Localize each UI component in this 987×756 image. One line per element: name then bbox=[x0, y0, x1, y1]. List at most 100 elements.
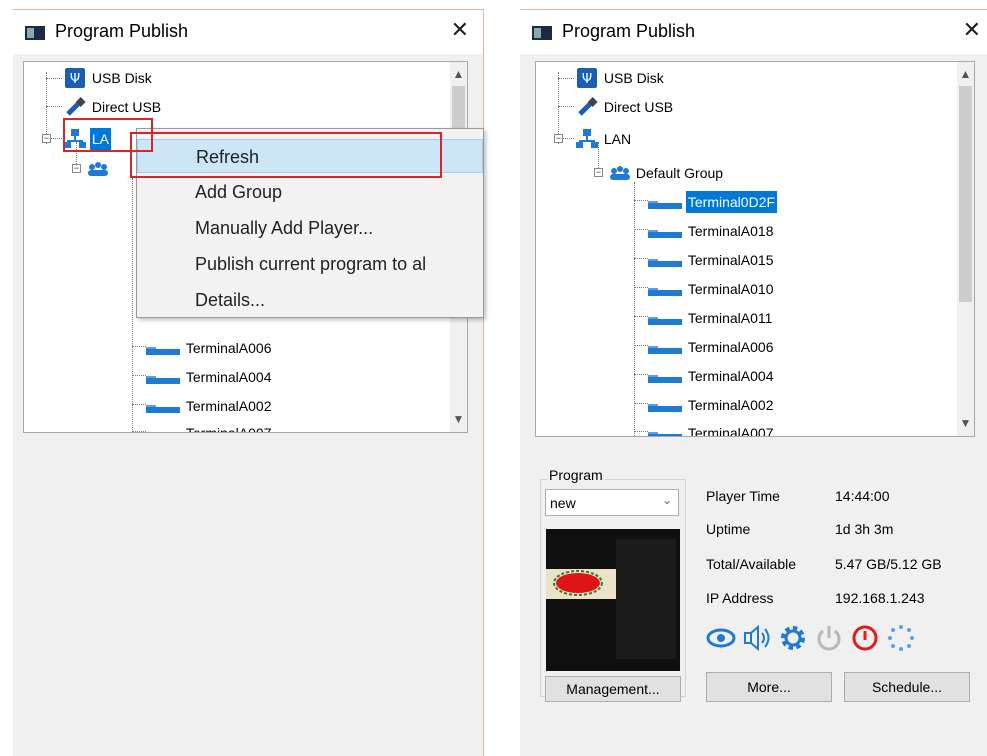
schedule-button[interactable]: Schedule... bbox=[844, 672, 970, 702]
terminal-icon bbox=[648, 288, 682, 297]
tree-node-terminal[interactable]: TerminalA007 bbox=[648, 421, 776, 436]
collapse-toggle[interactable]: − bbox=[42, 134, 51, 143]
tree-line bbox=[46, 106, 62, 107]
terminal-icon bbox=[146, 347, 180, 356]
close-icon[interactable]: ✕ bbox=[963, 17, 981, 43]
tree-node-lan[interactable]: LAN bbox=[576, 127, 633, 149]
tree-node-terminal[interactable]: TerminalA007 bbox=[146, 421, 274, 433]
tree-line bbox=[634, 403, 648, 404]
terminal-icon bbox=[146, 376, 180, 385]
tree-line bbox=[558, 78, 574, 79]
more-button[interactable]: More... bbox=[706, 672, 832, 702]
menu-item-manually-add-player[interactable]: Manually Add Player... bbox=[137, 211, 483, 245]
menu-item-add-group[interactable]: Add Group bbox=[137, 175, 483, 209]
collapse-toggle[interactable]: − bbox=[594, 168, 603, 177]
player-time-label: Player Time bbox=[706, 488, 780, 504]
tree-line bbox=[634, 182, 635, 436]
terminal-icon bbox=[648, 346, 682, 355]
tree-line bbox=[132, 431, 146, 432]
terminal-icon bbox=[146, 405, 180, 414]
device-tree[interactable]: − − Ψ USB Disk Direct USB LAN Default Gr… bbox=[535, 61, 975, 437]
management-button[interactable]: Management... bbox=[545, 676, 681, 702]
collapse-toggle[interactable]: − bbox=[554, 134, 563, 143]
menu-item-publish-to-all[interactable]: Publish current program to al bbox=[137, 247, 483, 281]
close-icon[interactable]: ✕ bbox=[451, 17, 469, 43]
scroll-down-icon[interactable]: ▼ bbox=[450, 411, 467, 428]
usb-cable-icon bbox=[578, 97, 598, 117]
window-title: Program Publish bbox=[562, 21, 696, 41]
right-titlebar: Program Publish ✕ bbox=[520, 10, 987, 54]
tree-node-direct-usb[interactable]: Direct USB bbox=[576, 95, 675, 117]
tree-line bbox=[132, 404, 146, 405]
tree-node-direct-usb[interactable]: Direct USB bbox=[64, 95, 163, 117]
terminal-icon bbox=[648, 404, 682, 413]
tree-scrollbar[interactable]: ▲ ▼ bbox=[957, 62, 974, 436]
window-title: Program Publish bbox=[55, 21, 189, 41]
tree-line bbox=[46, 78, 62, 79]
network-icon bbox=[576, 129, 598, 149]
tree-line bbox=[634, 374, 648, 375]
terminal-icon bbox=[146, 422, 180, 433]
tree-line bbox=[634, 200, 648, 201]
svg-text:Ψ: Ψ bbox=[70, 72, 80, 87]
gear-icon[interactable] bbox=[778, 623, 808, 653]
uptime-label: Uptime bbox=[706, 521, 751, 537]
tree-node-terminal[interactable]: TerminalA002 bbox=[146, 394, 274, 416]
tree-line bbox=[634, 316, 648, 317]
player-time-value: 14:44:00 bbox=[835, 488, 890, 504]
terminal-icon bbox=[648, 317, 682, 326]
tree-node-terminal[interactable]: TerminalA011 bbox=[648, 306, 774, 328]
tree-line bbox=[634, 229, 648, 230]
users-icon bbox=[88, 162, 108, 177]
preview-eye-icon[interactable] bbox=[706, 623, 736, 653]
tree-line bbox=[634, 287, 648, 288]
program-label: Program bbox=[547, 467, 605, 483]
scroll-thumb[interactable] bbox=[959, 86, 972, 302]
volume-icon[interactable] bbox=[742, 623, 772, 653]
collapse-toggle[interactable]: − bbox=[72, 164, 81, 173]
scroll-up-icon[interactable]: ▲ bbox=[957, 66, 974, 83]
tree-node-terminal[interactable]: TerminalA006 bbox=[648, 335, 776, 357]
tree-line bbox=[634, 345, 648, 346]
terminal-icon bbox=[648, 432, 682, 436]
tree-node-terminal[interactable]: TerminalA004 bbox=[146, 365, 274, 387]
highlight-box-refresh bbox=[130, 132, 442, 178]
tree-node-terminal-selected[interactable]: Terminal0D2F bbox=[648, 190, 778, 214]
menu-item-details[interactable]: Details... bbox=[137, 283, 483, 317]
terminal-icon bbox=[648, 259, 682, 268]
tree-node-terminal[interactable]: TerminalA018 bbox=[648, 219, 776, 241]
power-icon[interactable] bbox=[814, 623, 844, 653]
tree-node-terminal[interactable]: TerminalA006 bbox=[146, 336, 274, 358]
chevron-down-icon: ⌄ bbox=[661, 493, 672, 507]
tree-node-usb-disk[interactable]: Ψ USB Disk bbox=[576, 66, 666, 89]
tree-line bbox=[634, 431, 648, 432]
tree-node-terminal[interactable]: TerminalA004 bbox=[648, 364, 776, 386]
right-window: Program Publish ✕ − − Ψ USB Disk Direct … bbox=[520, 9, 987, 756]
tree-node-terminal[interactable]: TerminalA010 bbox=[648, 277, 776, 299]
usb-disk-icon: Ψ bbox=[577, 68, 597, 89]
tree-node-usb-disk[interactable]: Ψ USB Disk bbox=[64, 66, 154, 89]
tree-line bbox=[634, 258, 648, 259]
tree-line bbox=[132, 346, 146, 347]
storage-value: 5.47 GB/5.12 GB bbox=[835, 556, 942, 572]
scroll-up-icon[interactable]: ▲ bbox=[450, 66, 467, 83]
tree-node-group[interactable] bbox=[86, 157, 108, 179]
terminal-icon bbox=[648, 375, 682, 384]
tree-line bbox=[132, 178, 133, 432]
storage-label: Total/Available bbox=[706, 556, 797, 572]
shutdown-icon[interactable] bbox=[850, 623, 880, 653]
scroll-down-icon[interactable]: ▼ bbox=[957, 415, 974, 432]
ip-address-label: IP Address bbox=[706, 590, 774, 606]
program-select[interactable]: new ⌄ bbox=[545, 489, 679, 516]
usb-disk-icon: Ψ bbox=[65, 68, 85, 89]
loading-icon[interactable] bbox=[886, 623, 916, 653]
tree-node-terminal[interactable]: TerminalA015 bbox=[648, 248, 776, 270]
ip-address-value: 192.168.1.243 bbox=[835, 590, 925, 606]
tree-node-terminal[interactable]: TerminalA002 bbox=[648, 393, 776, 415]
terminal-icon bbox=[648, 230, 682, 239]
tree-node-default-group[interactable]: Default Group bbox=[608, 161, 725, 183]
app-icon bbox=[532, 26, 552, 40]
tree-line bbox=[132, 375, 146, 376]
users-icon bbox=[610, 166, 630, 181]
program-preview bbox=[546, 529, 680, 671]
